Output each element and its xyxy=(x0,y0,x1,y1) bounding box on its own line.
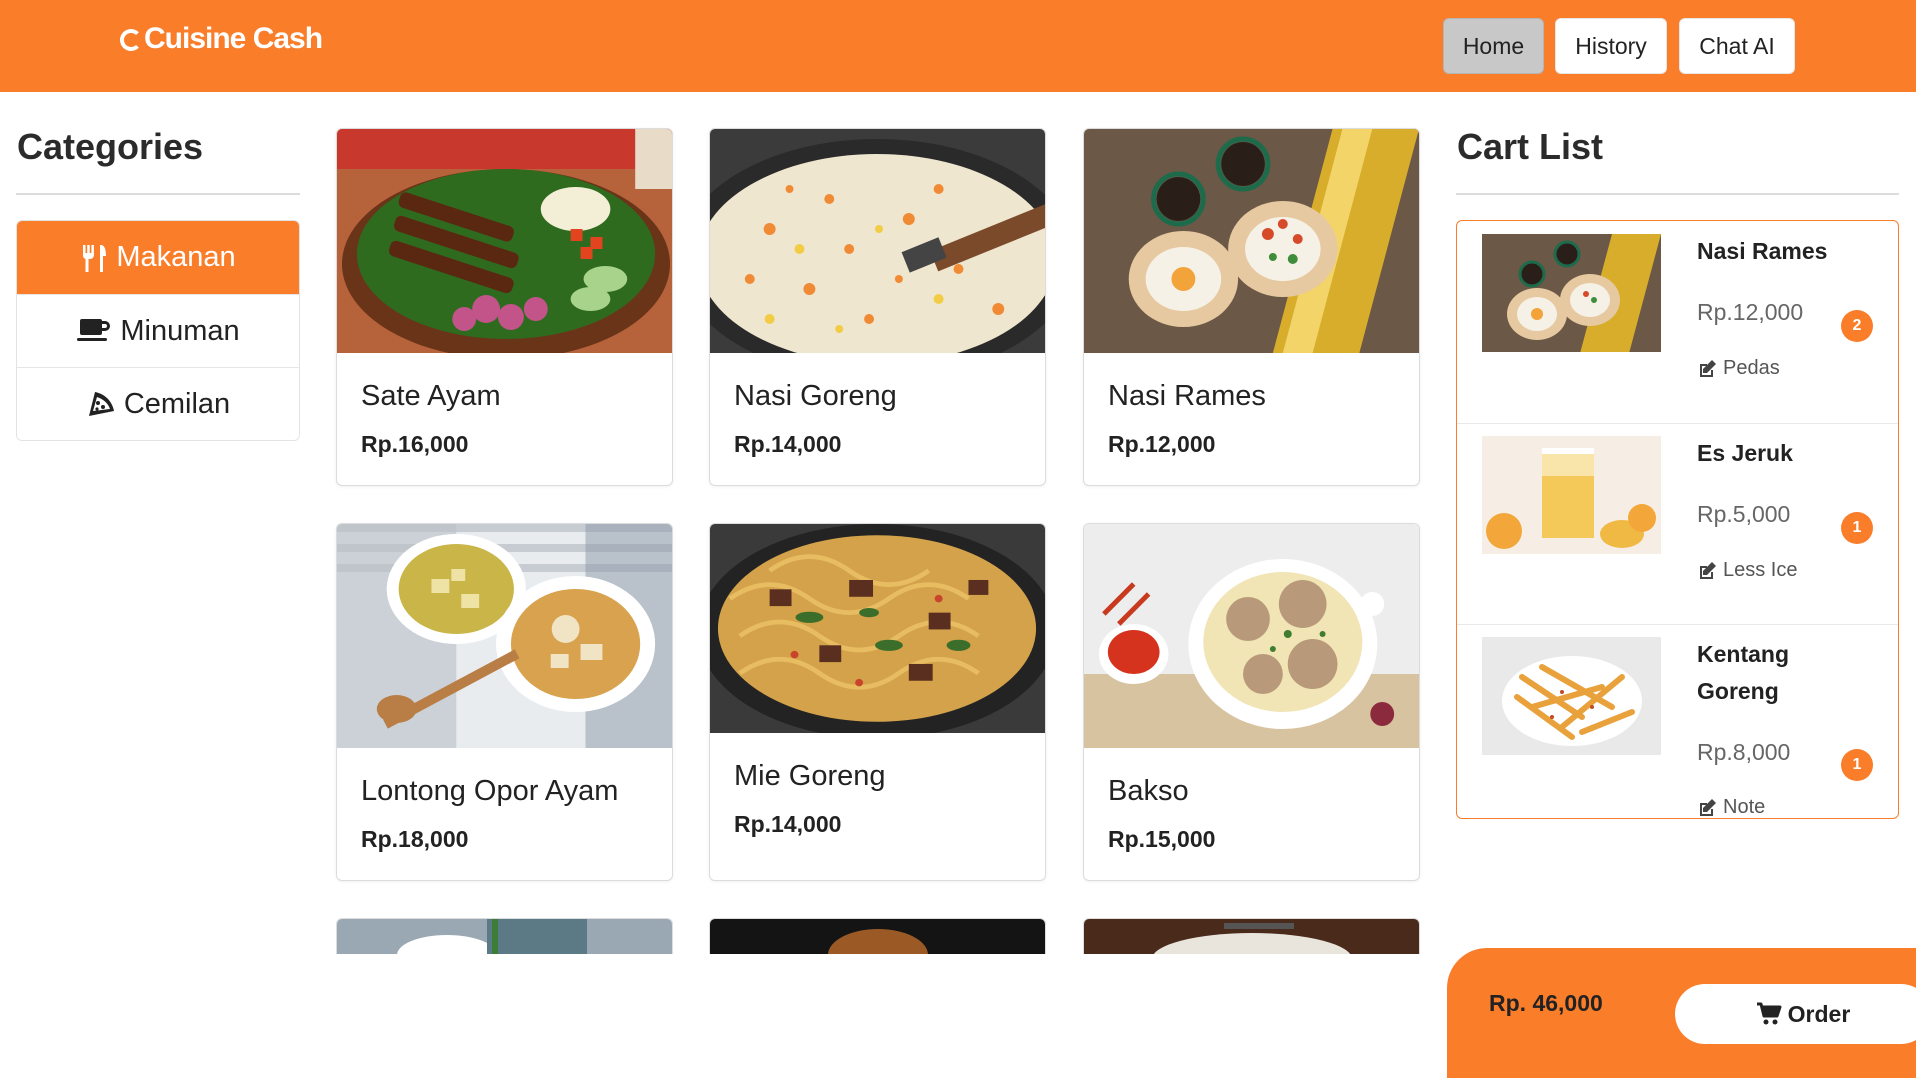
category-item-cemilan[interactable]: Cemilan xyxy=(17,367,299,440)
pizza-slice-icon xyxy=(86,389,116,419)
product-card[interactable]: Sate Ayam Rp.16,000 xyxy=(336,128,673,486)
cart-title: Cart List xyxy=(1457,126,1604,167)
product-photo xyxy=(710,919,1045,954)
cart-item-note[interactable]: Less Ice xyxy=(1697,559,1797,582)
cart-item-photo xyxy=(1482,436,1661,554)
brand-logo[interactable]: Cuisine Cash xyxy=(120,22,323,56)
cart-item-photo xyxy=(1482,637,1661,755)
order-button-label: Order xyxy=(1787,1000,1851,1027)
product-name: Mie Goreng xyxy=(734,760,886,792)
utensils-icon xyxy=(80,243,108,273)
cart-item[interactable]: Nasi Rames Rp.12,000 2 Pedas xyxy=(1457,221,1898,423)
category-item-minuman[interactable]: Minuman xyxy=(17,294,299,367)
sate-ayam-photo xyxy=(337,129,672,353)
product-price: Rp.14,000 xyxy=(734,811,842,837)
category-list: Makanan Minuman Cemilan xyxy=(16,220,300,441)
product-price: Rp.14,000 xyxy=(734,431,842,457)
cart-item[interactable]: Kentang Goreng Rp.8,000 1 Note xyxy=(1457,624,1898,818)
lontong-opor-ayam-photo xyxy=(337,524,672,748)
product-card[interactable] xyxy=(1083,918,1420,954)
cart-divider xyxy=(1456,193,1899,195)
product-card[interactable]: Lontong Opor Ayam Rp.18,000 xyxy=(336,523,673,881)
bakso-photo xyxy=(1084,524,1419,748)
edit-note-icon xyxy=(1697,798,1717,818)
category-label: Makanan xyxy=(116,241,236,273)
product-name: Bakso xyxy=(1108,775,1189,807)
order-bar: Rp. 46,000 Order xyxy=(1447,948,1916,1078)
order-button[interactable]: Order xyxy=(1675,984,1916,1044)
product-name: Nasi Goreng xyxy=(734,380,897,412)
category-label: Minuman xyxy=(120,314,240,347)
nasi-rames-photo xyxy=(1084,129,1419,353)
product-price: Rp.12,000 xyxy=(1108,431,1216,457)
cart-item-photo xyxy=(1482,234,1661,352)
product-card[interactable] xyxy=(709,918,1046,954)
product-card[interactable]: Nasi Goreng Rp.14,000 xyxy=(709,128,1046,486)
brand-name: Cuisine Cash xyxy=(144,22,323,55)
product-name: Lontong Opor Ayam xyxy=(361,775,619,807)
product-name: Nasi Rames xyxy=(1108,380,1266,412)
cart-item[interactable]: Es Jeruk Rp.5,000 1 Less Ice xyxy=(1457,423,1898,624)
product-card[interactable] xyxy=(336,918,673,954)
product-photo xyxy=(1084,919,1419,954)
nav-history-button[interactable]: History xyxy=(1555,18,1667,74)
mie-goreng-photo xyxy=(710,524,1045,733)
nav-home-button[interactable]: Home xyxy=(1443,18,1544,74)
product-name: Sate Ayam xyxy=(361,380,501,412)
categories-title: Categories xyxy=(17,126,204,167)
cart-item-note[interactable]: Pedas xyxy=(1697,357,1780,380)
cart-item-name: Kentang Goreng xyxy=(1697,641,1789,704)
note-text: Note xyxy=(1723,796,1766,818)
category-label: Cemilan xyxy=(123,387,231,420)
logo-c-icon xyxy=(120,29,142,51)
product-photo xyxy=(337,919,672,954)
product-card[interactable]: Mie Goreng Rp.14,000 xyxy=(709,523,1046,881)
categories-divider xyxy=(16,193,300,195)
product-card[interactable]: Bakso Rp.15,000 xyxy=(1083,523,1420,881)
nav-chat-ai-button[interactable]: Chat AI xyxy=(1679,18,1795,74)
edit-note-icon xyxy=(1697,359,1717,379)
shopping-cart-icon xyxy=(1756,1002,1782,1026)
product-price: Rp.18,000 xyxy=(361,826,469,852)
quantity-badge: 1 xyxy=(1841,512,1873,544)
product-card[interactable]: Nasi Rames Rp.12,000 xyxy=(1083,128,1420,486)
cart-item-name: Es Jeruk xyxy=(1697,440,1793,466)
product-price: Rp.15,000 xyxy=(1108,826,1216,852)
edit-note-icon xyxy=(1697,561,1717,581)
cart-item-name: Nasi Rames xyxy=(1697,238,1828,264)
coffee-cup-icon xyxy=(76,317,112,345)
top-navbar: Cuisine Cash Home History Chat AI xyxy=(0,0,1916,92)
cart-item-price: Rp.12,000 xyxy=(1697,299,1804,325)
cart-item-note[interactable]: Note xyxy=(1697,796,1766,818)
quantity-badge: 1 xyxy=(1841,749,1873,781)
cart-list: Nasi Rames Rp.12,000 2 Pedas Es Jeruk Rp… xyxy=(1456,220,1899,819)
category-item-makanan[interactable]: Makanan xyxy=(17,221,299,294)
order-total: Rp. 46,000 xyxy=(1489,990,1603,1016)
product-price: Rp.16,000 xyxy=(361,431,469,457)
quantity-badge: 2 xyxy=(1841,310,1873,342)
cart-item-price: Rp.8,000 xyxy=(1697,739,1791,765)
note-text: Less Ice xyxy=(1723,559,1798,581)
cart-item-price: Rp.5,000 xyxy=(1697,501,1791,527)
nasi-goreng-photo xyxy=(710,129,1045,353)
note-text: Pedas xyxy=(1723,357,1780,379)
